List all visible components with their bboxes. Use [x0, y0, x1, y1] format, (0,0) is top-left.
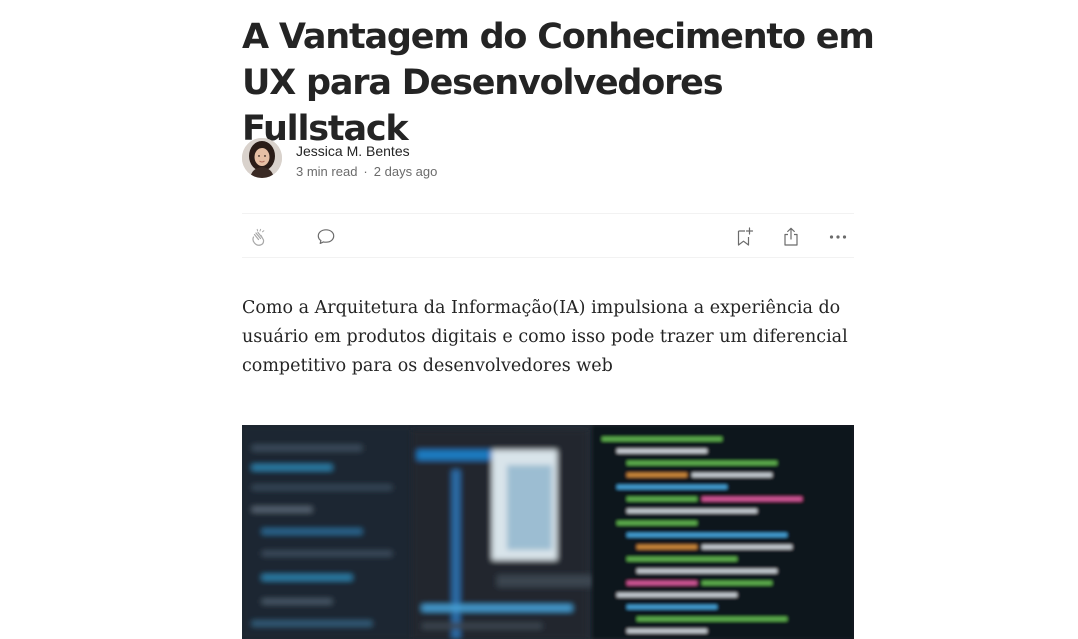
article-subtitle: Como a Arquitetura da Informação(IA) imp… [242, 298, 848, 376]
avatar-photo [242, 138, 282, 178]
clap-icon[interactable] [247, 225, 271, 249]
bookmark-add-icon[interactable] [732, 225, 756, 249]
action-bar [242, 213, 854, 258]
code-screen-photo [242, 425, 854, 639]
publish-date: 2 days ago [373, 164, 438, 179]
meta-separator: · [363, 164, 368, 179]
more-horizontal-icon[interactable] [826, 225, 850, 249]
hero-image [242, 425, 854, 639]
byline: Jessica M. Bentes 3 min read · 2 days ago [242, 138, 642, 180]
comment-icon[interactable] [314, 225, 338, 249]
author-avatar[interactable] [242, 138, 282, 178]
read-time: 3 min read [296, 164, 358, 179]
article-title: A Vantagem do Conhecimento em UX para De… [242, 17, 875, 149]
share-icon[interactable] [779, 225, 803, 249]
post-meta: 3 min read · 2 days ago [296, 164, 437, 180]
author-name[interactable]: Jessica M. Bentes [296, 142, 410, 160]
